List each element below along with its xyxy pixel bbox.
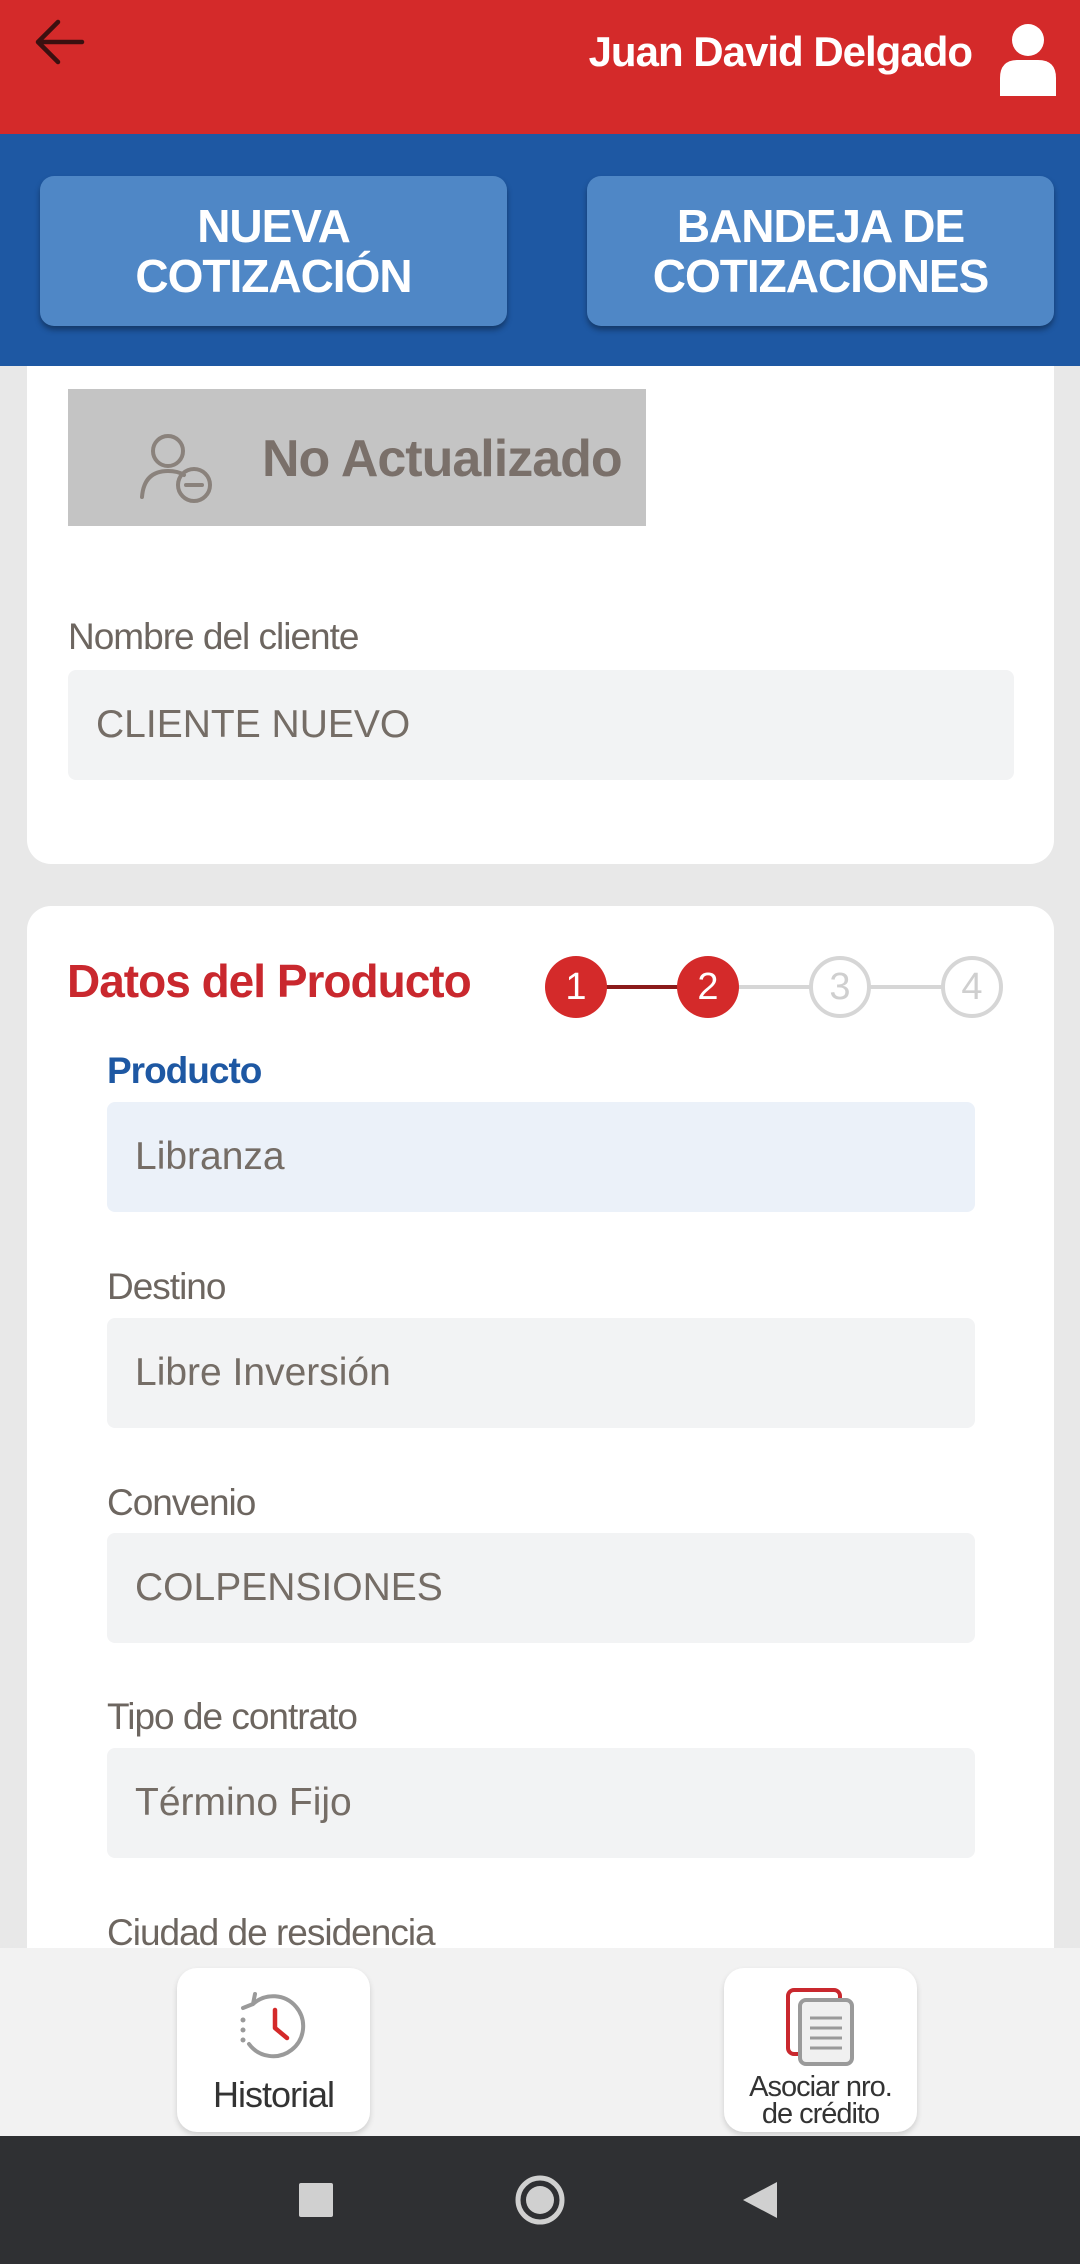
destination-select[interactable]: Libre Inversión	[107, 1318, 975, 1428]
home-circle-icon	[515, 2175, 565, 2225]
stepper: 1 2 3 4	[545, 956, 1035, 1020]
back-button[interactable]	[28, 10, 92, 74]
step-1[interactable]: 1	[545, 956, 607, 1018]
recent-apps-button[interactable]	[266, 2136, 366, 2264]
home-button[interactable]	[490, 2136, 590, 2264]
user-name: Juan David Delgado	[588, 28, 973, 75]
agreement-select[interactable]: COLPENSIONES	[107, 1533, 975, 1643]
associate-credit-button[interactable]: Asociar nro. de crédito	[724, 1968, 917, 2132]
history-label: Historial	[212, 2074, 335, 2115]
user-icon[interactable]	[996, 22, 1060, 96]
back-nav-button[interactable]	[710, 2136, 810, 2264]
history-button[interactable]: Historial	[177, 1968, 370, 2132]
client-card: No Actualizado Nombre del cliente CLIENT…	[27, 366, 1054, 864]
history-clock-icon	[240, 1992, 306, 2059]
product-label: Producto	[107, 1050, 262, 1091]
top-bar: Juan David Delgado	[0, 0, 1080, 134]
action-bar: NUEVA COTIZACIÓN BANDEJA DE COTIZACIONES	[0, 134, 1080, 366]
document-icon	[786, 1988, 854, 2066]
step-4[interactable]: 4	[941, 956, 1003, 1018]
step-3[interactable]: 3	[809, 956, 871, 1018]
step-connector	[867, 985, 945, 989]
associate-credit-label: Asociar nro. de crédito	[749, 2071, 893, 2130]
agreement-label: Convenio	[107, 1482, 256, 1523]
client-name-field[interactable]: CLIENTE NUEVO	[68, 670, 1014, 780]
step-connector	[735, 985, 813, 989]
product-select[interactable]: Libranza	[107, 1102, 975, 1212]
user-minus-icon	[140, 434, 212, 503]
arrow-left-icon	[35, 19, 85, 65]
bottom-bar: Historial Asociar nro. de crédito	[0, 1948, 1080, 2136]
client-status-badge: No Actualizado	[68, 389, 646, 526]
step-connector	[603, 985, 679, 989]
product-card: Datos del Producto 1 2 3 4 Producto Libr…	[27, 906, 1054, 1966]
quotes-tray-button[interactable]: BANDEJA DE COTIZACIONES	[587, 176, 1054, 326]
destination-label: Destino	[107, 1266, 226, 1307]
client-name-label: Nombre del cliente	[68, 616, 359, 657]
triangle-back-icon	[743, 2182, 777, 2218]
contract-type-select[interactable]: Término Fijo	[107, 1748, 975, 1858]
system-nav-bar	[0, 2136, 1080, 2264]
client-status-text: No Actualizado	[262, 430, 623, 488]
contract-type-label: Tipo de contrato	[107, 1696, 358, 1737]
step-2[interactable]: 2	[677, 956, 739, 1018]
square-icon	[299, 2183, 333, 2217]
section-title: Datos del Producto	[67, 955, 472, 1007]
new-quote-button[interactable]: NUEVA COTIZACIÓN	[40, 176, 507, 326]
